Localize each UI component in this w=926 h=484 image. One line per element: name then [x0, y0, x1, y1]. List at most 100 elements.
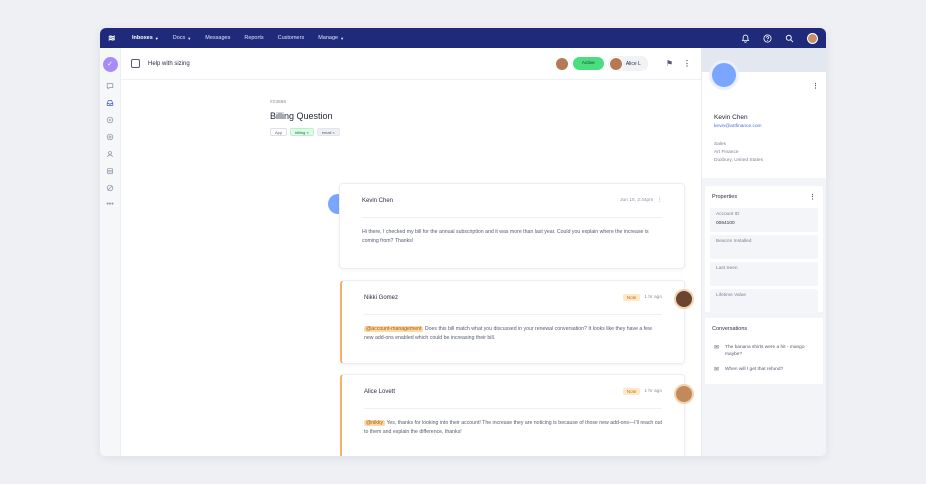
conversation-toolbar: ▯ Help with sizing Active Alice L ⚑ ⋮ — [121, 48, 701, 80]
note-card: Nikki Gomez Note 1 hr ago @account-manag… — [340, 280, 685, 364]
nav-reports[interactable]: Reports — [244, 35, 263, 41]
nav-inboxes-label: Inboxes — [132, 35, 153, 41]
conversation-item[interactable]: ✉ When will I get that refund? — [705, 362, 823, 378]
customer-email[interactable]: kevin@artfinance.com — [714, 124, 762, 129]
property-value: 0064100 — [716, 221, 735, 226]
customer-location: Duxbury, United States — [714, 158, 763, 163]
tag-billing-label: billing — [295, 130, 306, 135]
tag-email-label: email — [321, 130, 332, 135]
note-meta: Note 1 hr ago — [622, 388, 662, 395]
ticket-header: #23886 Billing Question App billing × em… — [270, 100, 590, 136]
properties-title: Properties — [712, 194, 738, 200]
flag-icon[interactable]: ⚑ — [666, 59, 673, 68]
helpscout-logo-icon[interactable]: ≋ — [108, 33, 118, 43]
more-menu-icon[interactable]: ⋮ — [683, 59, 691, 68]
close-icon[interactable]: × — [306, 130, 308, 135]
message-header: Kevin Chen Jun 10, 2:44pm ⋮ — [362, 184, 662, 218]
tag-icon[interactable] — [103, 129, 118, 144]
customer-avatar — [709, 60, 739, 90]
chat-icon[interactable] — [103, 78, 118, 93]
tag-billing[interactable]: billing × — [290, 128, 314, 136]
inbox-icon[interactable] — [103, 95, 118, 110]
conversation-subject: The banana shirts were a hit - mango may… — [725, 345, 805, 357]
properties-header: Properties ⋮ — [705, 186, 823, 208]
nav-manage-label: Manage — [318, 35, 339, 41]
message-time-label: Jun 10, 2:44pm — [620, 198, 654, 203]
mail-icon: ✉ — [714, 345, 720, 351]
property-beacon: Beacon Installed — [710, 235, 818, 259]
toolbar-actions: Active Alice L ⚑ ⋮ — [554, 56, 691, 71]
properties-panel: Properties ⋮ Account ID 0064100 Beacon I… — [705, 186, 823, 313]
message-time: Jun 10, 2:44pm ⋮ — [620, 198, 662, 203]
customer-role: Sales — [714, 142, 726, 147]
nav-reports-label: Reports — [244, 35, 264, 41]
hand-icon[interactable] — [103, 112, 118, 127]
spam-icon[interactable] — [103, 180, 118, 195]
left-sidebar: ✓ ••• — [100, 48, 121, 456]
more-icon[interactable]: ⋮ — [657, 198, 662, 203]
message-body: Hi there, I checked my bill for the annu… — [362, 229, 649, 244]
author-name: Nikki Gomez — [364, 294, 399, 301]
person-icon[interactable] — [103, 146, 118, 161]
note-card: Alice Lovett Note 1 hr ago @nikky Yes, t… — [340, 374, 685, 456]
customer-avatar — [554, 56, 569, 71]
property-lifetime-value: Lifetime Value — [710, 289, 818, 313]
conversation-subject: When will I get that refund? — [725, 367, 784, 372]
nav-inboxes[interactable]: Inboxes ▼ — [132, 35, 159, 41]
nav-right-actions — [741, 32, 818, 44]
property-label: Account ID — [716, 212, 740, 217]
mention-tag[interactable]: @nikky — [364, 420, 386, 426]
archive-icon[interactable] — [103, 163, 118, 178]
more-icon[interactable]: ••• — [103, 197, 118, 212]
ticket-title: Billing Question — [270, 111, 333, 121]
note-header: Alice Lovett Note 1 hr ago — [364, 375, 662, 409]
nav-docs[interactable]: Docs ▼ — [173, 35, 192, 41]
sidebar-toggle-icon[interactable]: ▯ — [131, 59, 140, 68]
customer-sidebar: ⋮ Kevin Chen kevin@artfinance.com Sales … — [701, 48, 826, 456]
note-badge: Note — [622, 294, 641, 301]
top-nav: ≋ Inboxes ▼ Docs ▼ Messages Reports Custom… — [100, 28, 826, 48]
alice-avatar — [674, 384, 694, 404]
more-icon[interactable]: ⋮ — [812, 82, 819, 90]
note-meta: Note 1 hr ago — [622, 294, 662, 301]
note-badge: Note — [622, 388, 641, 395]
customer-name: Kevin Chen — [714, 114, 748, 121]
nav-customers[interactable]: Customers — [278, 35, 305, 41]
note-time: 1 hr ago — [644, 295, 662, 300]
conversations-panel: Conversations ✉ The banana shirts were a… — [705, 318, 823, 384]
customer-company: Art Finance — [714, 150, 739, 155]
assignee-label: Alice L — [625, 60, 641, 67]
user-avatar[interactable] — [807, 32, 818, 44]
tag-app[interactable]: App — [270, 128, 288, 136]
assignee-button[interactable]: Alice L — [607, 56, 648, 71]
property-last-seen: Last Seen — [710, 262, 818, 286]
customer-profile: ⋮ Kevin Chen kevin@artfinance.com Sales … — [702, 48, 826, 178]
search-icon[interactable] — [785, 34, 794, 43]
compose-button[interactable]: ✓ — [102, 57, 118, 72]
app-window: ≋ Inboxes ▼ Docs ▼ Messages Reports Custom… — [100, 28, 826, 456]
nav-messages[interactable]: Messages — [205, 35, 230, 41]
tag-email[interactable]: email × — [316, 128, 340, 136]
note-time: 1 hr ago — [644, 389, 662, 394]
ticket-number: #23886 — [270, 100, 287, 105]
bell-icon[interactable] — [741, 34, 750, 43]
conversation-item[interactable]: ✉ The banana shirts were a hit - mango m… — [705, 340, 823, 362]
nav-docs-label: Docs — [172, 35, 186, 41]
property-label: Lifetime Value — [716, 293, 747, 298]
close-icon[interactable]: × — [333, 130, 335, 135]
property-label: Beacon Installed — [716, 239, 752, 244]
more-icon[interactable]: ⋮ — [809, 193, 816, 201]
help-icon[interactable] — [763, 33, 772, 43]
mail-icon: ✉ — [714, 367, 720, 373]
conversations-title: Conversations — [712, 326, 748, 332]
conversations-header: Conversations — [705, 318, 823, 340]
nikki-avatar — [674, 289, 694, 309]
note-body: @nikky Yes, thanks for looking into thei… — [364, 419, 662, 437]
status-button[interactable]: Active — [572, 57, 604, 70]
assignee-avatar — [608, 56, 623, 71]
chevron-down-icon: ▼ — [187, 35, 192, 41]
nav-manage[interactable]: Manage ▼ — [318, 35, 344, 41]
note-header: Nikki Gomez Note 1 hr ago — [364, 281, 662, 315]
nav-messages-label: Messages — [205, 35, 231, 41]
mention-tag[interactable]: @account-management — [364, 326, 424, 332]
